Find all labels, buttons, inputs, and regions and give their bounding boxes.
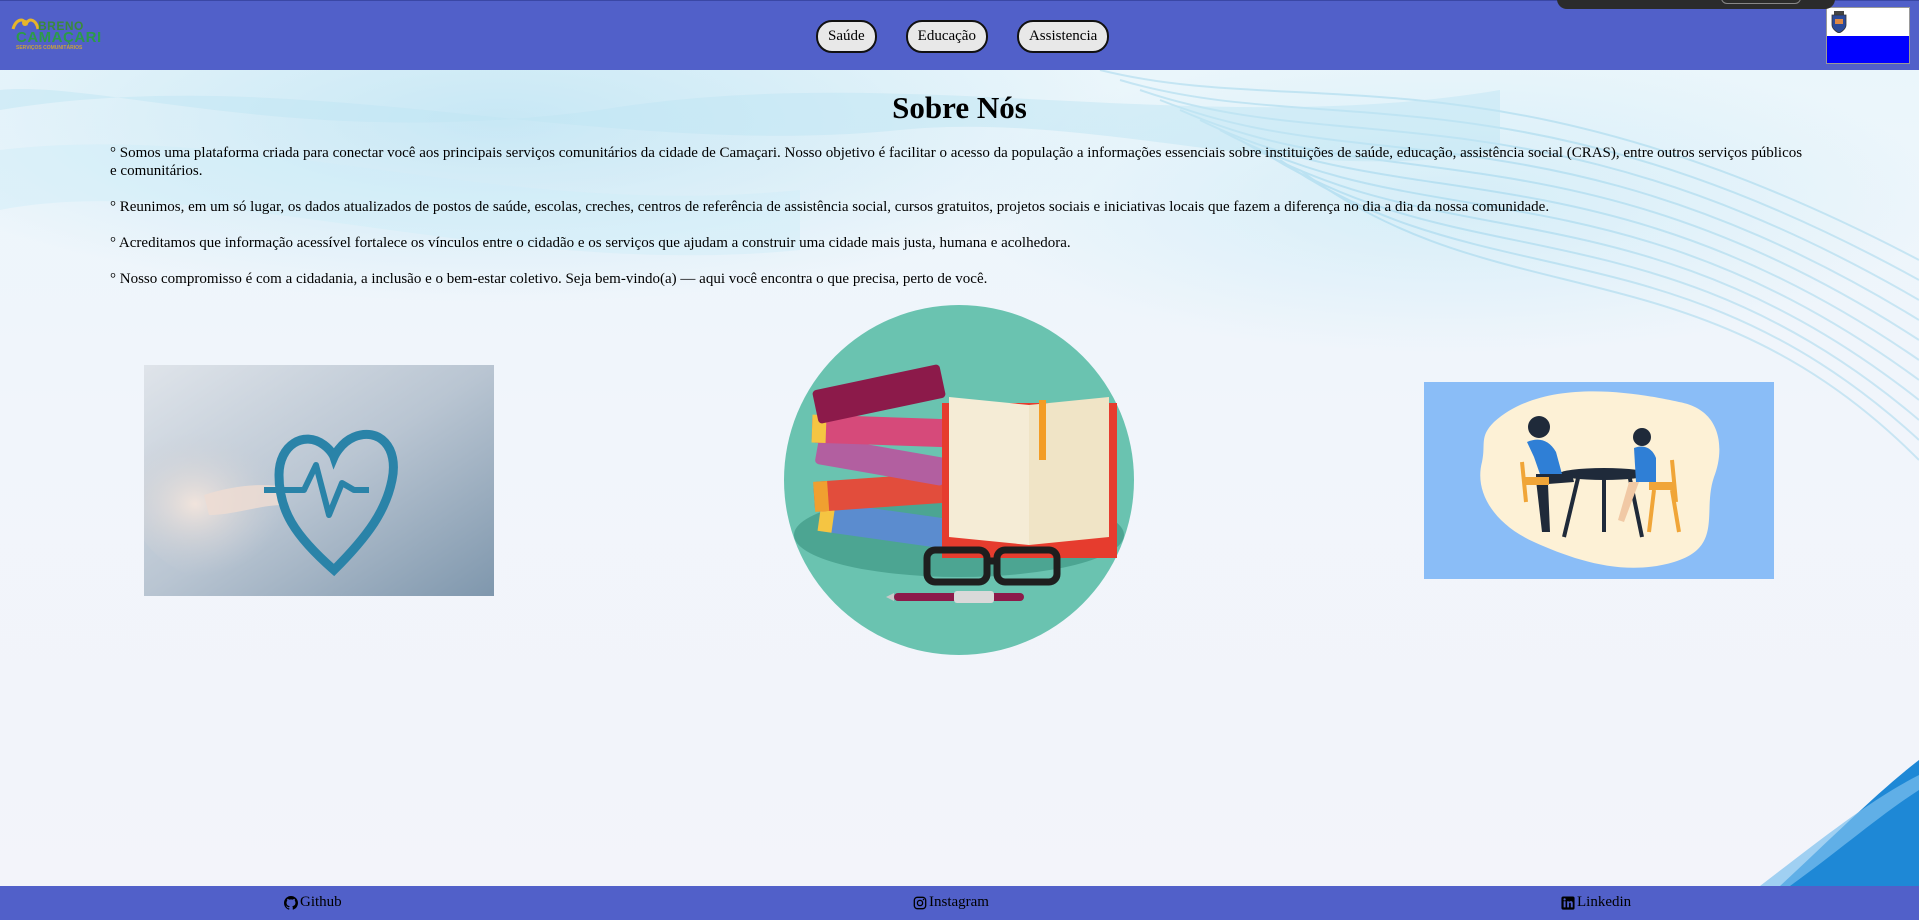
footer-github-link[interactable]: Github: [284, 894, 342, 911]
site-footer: Github Instagram Linkedin: [0, 886, 1919, 920]
site-logo[interactable]: BRENO CAMAÇARI SERVIÇOS COMUNITÁRIOS: [8, 17, 102, 51]
logo-text: BRENO CAMAÇARI SERVIÇOS COMUNITÁRIOS: [16, 20, 102, 51]
about-paragraph: ° Somos uma plataforma criada para conec…: [110, 145, 1803, 179]
github-icon: [284, 895, 298, 910]
notification-pill: [1721, 0, 1801, 4]
logo-line-2: CAMAÇARI: [16, 29, 102, 46]
main-nav: Saúde Educação Assistencia: [816, 20, 1110, 53]
health-image: [144, 365, 494, 596]
footer-linkedin-link[interactable]: Linkedin: [1561, 894, 1631, 911]
assistance-image: [1424, 382, 1774, 579]
about-paragraph: ° Reunimos, em um só lugar, os dados atu…: [110, 199, 1550, 215]
city-flag: [1826, 7, 1910, 64]
about-text: ° Somos uma plataforma criada para conec…: [110, 144, 1810, 306]
city-crest-icon: [1831, 11, 1847, 33]
about-section: Sobre Nós ° Somos uma plataforma criada …: [0, 70, 1919, 886]
linkedin-icon: [1561, 895, 1575, 910]
page-title: Sobre Nós: [892, 90, 1027, 125]
top-navbar: BRENO CAMAÇARI SERVIÇOS COMUNITÁRIOS Saú…: [0, 0, 1919, 70]
footer-instagram-link[interactable]: Instagram: [913, 894, 989, 911]
nav-saude-button[interactable]: Saúde: [816, 20, 877, 53]
footer-github-label: Github: [300, 894, 342, 910]
about-paragraph: ° Acreditamos que informação acessível f…: [110, 235, 1071, 251]
nav-assistencia-button[interactable]: Assistencia: [1016, 20, 1110, 53]
footer-instagram-label: Instagram: [929, 894, 989, 910]
instagram-icon: [913, 896, 927, 909]
footer-linkedin-label: Linkedin: [1577, 894, 1632, 910]
about-paragraph: ° Nosso compromisso é com a cidadania, a…: [110, 271, 988, 287]
notification-bar: [1557, 0, 1835, 9]
nav-educacao-button[interactable]: Educação: [905, 20, 988, 53]
education-image: [784, 305, 1134, 655]
